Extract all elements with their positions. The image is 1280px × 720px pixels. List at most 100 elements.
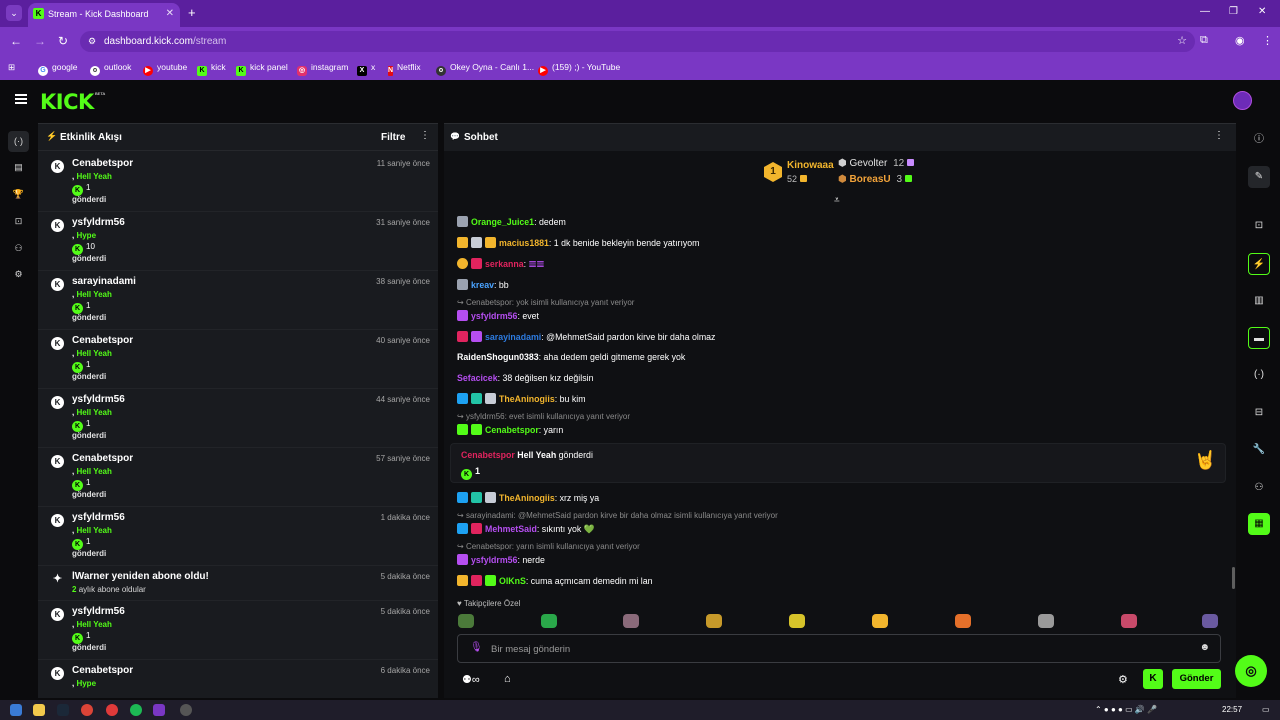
profile-icon[interactable]: ◉ — [1235, 34, 1245, 47]
filter-button[interactable]: Filtre — [381, 132, 405, 143]
chat-scrollbar[interactable] — [1232, 567, 1235, 589]
bookmark-google[interactable]: Ggoogle — [38, 62, 78, 76]
send-button[interactable]: Gönder — [1172, 669, 1221, 689]
user-avatar[interactable] — [1233, 91, 1252, 110]
emote-icon[interactable] — [706, 614, 722, 628]
emote-icon[interactable] — [623, 614, 639, 628]
browser-menu-icon[interactable]: ⋮ — [1262, 34, 1273, 47]
stream-broadcast-icon[interactable]: (·) — [8, 131, 29, 152]
forward-icon[interactable]: → — [34, 34, 46, 48]
kick-emote-button[interactable]: K — [1143, 669, 1163, 689]
analytics-icon[interactable]: ▤ — [8, 157, 29, 178]
collapse-leaderboard-icon[interactable]: ⩡ — [834, 195, 840, 206]
leaderboard-second[interactable]: ⬢ Gevolter 12 — [838, 158, 915, 169]
clapper-icon[interactable]: ▦ — [1248, 513, 1270, 535]
url-field[interactable]: ⚙ dashboard.kick.com/stream ☆ — [80, 31, 1195, 52]
bookmark-okey[interactable]: o Okey Oyna - Canlı 1... — [436, 62, 534, 76]
site-info-icon[interactable]: ⚙ — [88, 31, 96, 52]
activity-user[interactable]: Cenabetspor — [72, 158, 133, 169]
obs-icon[interactable] — [180, 704, 192, 716]
file-explorer-icon[interactable] — [33, 704, 45, 716]
layout-icon[interactable]: ⊟ — [1248, 402, 1270, 424]
bookmark-outlook[interactable]: o outlook — [90, 62, 131, 76]
tab-search-icon[interactable]: ⌄ — [6, 5, 22, 21]
emote-icon[interactable] — [1202, 614, 1218, 628]
bookmark-kick-panel[interactable]: Kkick panel — [236, 62, 288, 76]
minimize-icon[interactable]: — — [1200, 6, 1210, 17]
chat-message-input[interactable]: 🎙 Bir mesaj gönderin ☻ — [457, 634, 1221, 663]
chrome-active-icon[interactable] — [153, 704, 165, 716]
wrench-icon[interactable]: 🔧 — [1248, 439, 1270, 461]
steam-icon[interactable] — [57, 704, 69, 716]
notes-icon[interactable]: ▥ — [1248, 290, 1270, 312]
chat-message: ysfyldrm56: nerde — [457, 554, 545, 565]
leaderboard-first-name[interactable]: Kinowaaa — [787, 160, 834, 171]
bookmark-kick[interactable]: Kkick — [197, 62, 226, 76]
activity-item-name: , Hell Yeah — [72, 349, 112, 358]
spotify-icon[interactable] — [130, 704, 142, 716]
chat-toggle-icon[interactable]: ▬ — [1248, 327, 1270, 349]
emote-icon[interactable] — [1038, 614, 1054, 628]
activity-title: Etkinlik Akışı — [60, 132, 122, 143]
emote-icon[interactable] — [872, 614, 888, 628]
opera-icon[interactable] — [106, 704, 118, 716]
emote-icon[interactable] — [541, 614, 557, 628]
broadcast-icon[interactable]: (·) — [1248, 364, 1270, 386]
bookmark-star-icon[interactable]: ☆ — [1177, 31, 1187, 52]
restore-icon[interactable]: ❐ — [1229, 6, 1238, 17]
edit-icon[interactable]: ✎ — [1248, 166, 1270, 188]
support-chat-icon[interactable]: ◎ — [1235, 655, 1267, 687]
google-icon: G — [38, 66, 48, 76]
leaderboard-third[interactable]: ⬢ BoreasU 3 — [838, 174, 912, 185]
activity-bolt-icon[interactable]: ⚡ — [1248, 253, 1270, 275]
windows-start-icon[interactable] — [10, 704, 22, 716]
users-icon[interactable]: ⚇ — [1248, 477, 1270, 499]
activity-user[interactable]: Cenabetspor — [72, 665, 133, 676]
apps-icon[interactable]: ⊞ — [8, 62, 15, 73]
activity-user[interactable]: sarayinadami — [72, 276, 136, 287]
moderation-icon[interactable]: ⊡ — [8, 211, 29, 232]
bookmark-x[interactable]: Xx — [357, 62, 375, 76]
emote-icon[interactable] — [955, 614, 971, 628]
close-window-icon[interactable]: ✕ — [1258, 6, 1266, 17]
chrome-icon[interactable] — [81, 704, 93, 716]
browser-tab[interactable]: K Stream - Kick Dashboard ✕ — [28, 3, 180, 27]
emote-icon[interactable] — [789, 614, 805, 628]
settings-icon[interactable]: ⚙ — [8, 264, 29, 285]
mod-tools-icon[interactable]: ⊡ — [1248, 215, 1270, 237]
chat-settings-icon[interactable]: ⚙ — [1118, 673, 1128, 686]
emote-icon[interactable] — [458, 614, 474, 628]
store-icon[interactable]: ⌂ — [504, 673, 511, 685]
notification-icon[interactable]: ▭ — [1262, 705, 1270, 714]
extensions-icon[interactable]: ⧉ — [1200, 34, 1208, 47]
menu-icon[interactable] — [15, 94, 27, 104]
activity-user[interactable]: Cenabetspor — [72, 335, 133, 346]
activity-user[interactable]: ysfyldrm56 — [72, 512, 125, 523]
activity-more-icon[interactable]: ⋮ — [420, 130, 430, 141]
back-icon[interactable]: ← — [10, 34, 22, 48]
people-infinity-icon[interactable]: ⚉∞ — [462, 673, 480, 686]
activity-item: K ysfyldrm56 5 dakika önce , Hell Yeah K… — [38, 601, 438, 660]
activity-user[interactable]: ysfyldrm56 — [72, 606, 125, 617]
new-tab-icon[interactable]: + — [188, 5, 196, 20]
tray-icons[interactable]: ⌃ ● ● ● ▭ 🔊 🎤 — [1095, 705, 1157, 714]
reload-icon[interactable]: ↻ — [58, 34, 68, 48]
bookmark-instagram[interactable]: ◎ instagram — [297, 62, 348, 76]
info-icon[interactable]: ⓘ — [1248, 129, 1270, 151]
bookmark-netflix[interactable]: N Netflix — [388, 62, 421, 76]
bookmark-youtube-video[interactable]: ▶ (159) ;) - YouTube — [538, 62, 620, 76]
activity-user[interactable]: ysfyldrm56 — [72, 394, 125, 405]
emoji-icon[interactable]: ☻ — [1199, 642, 1210, 653]
chat-more-icon[interactable]: ⋮ — [1214, 130, 1224, 141]
activity-user[interactable]: Cenabetspor — [72, 453, 133, 464]
emote-icon[interactable] — [1121, 614, 1137, 628]
tab-close-icon[interactable]: ✕ — [166, 3, 174, 25]
kick-logo[interactable]: KICK — [40, 90, 94, 114]
microphone-icon[interactable]: 🎙 — [470, 642, 483, 653]
community-icon[interactable]: ⚇ — [8, 238, 29, 259]
bookmark-youtube[interactable]: ▶ youtube — [143, 62, 187, 76]
rank-2-icon: ⬢ — [838, 158, 847, 169]
url-path: /stream — [192, 36, 227, 47]
activity-user[interactable]: ysfyldrm56 — [72, 217, 125, 228]
trophy-icon[interactable]: 🏆 — [8, 184, 29, 205]
